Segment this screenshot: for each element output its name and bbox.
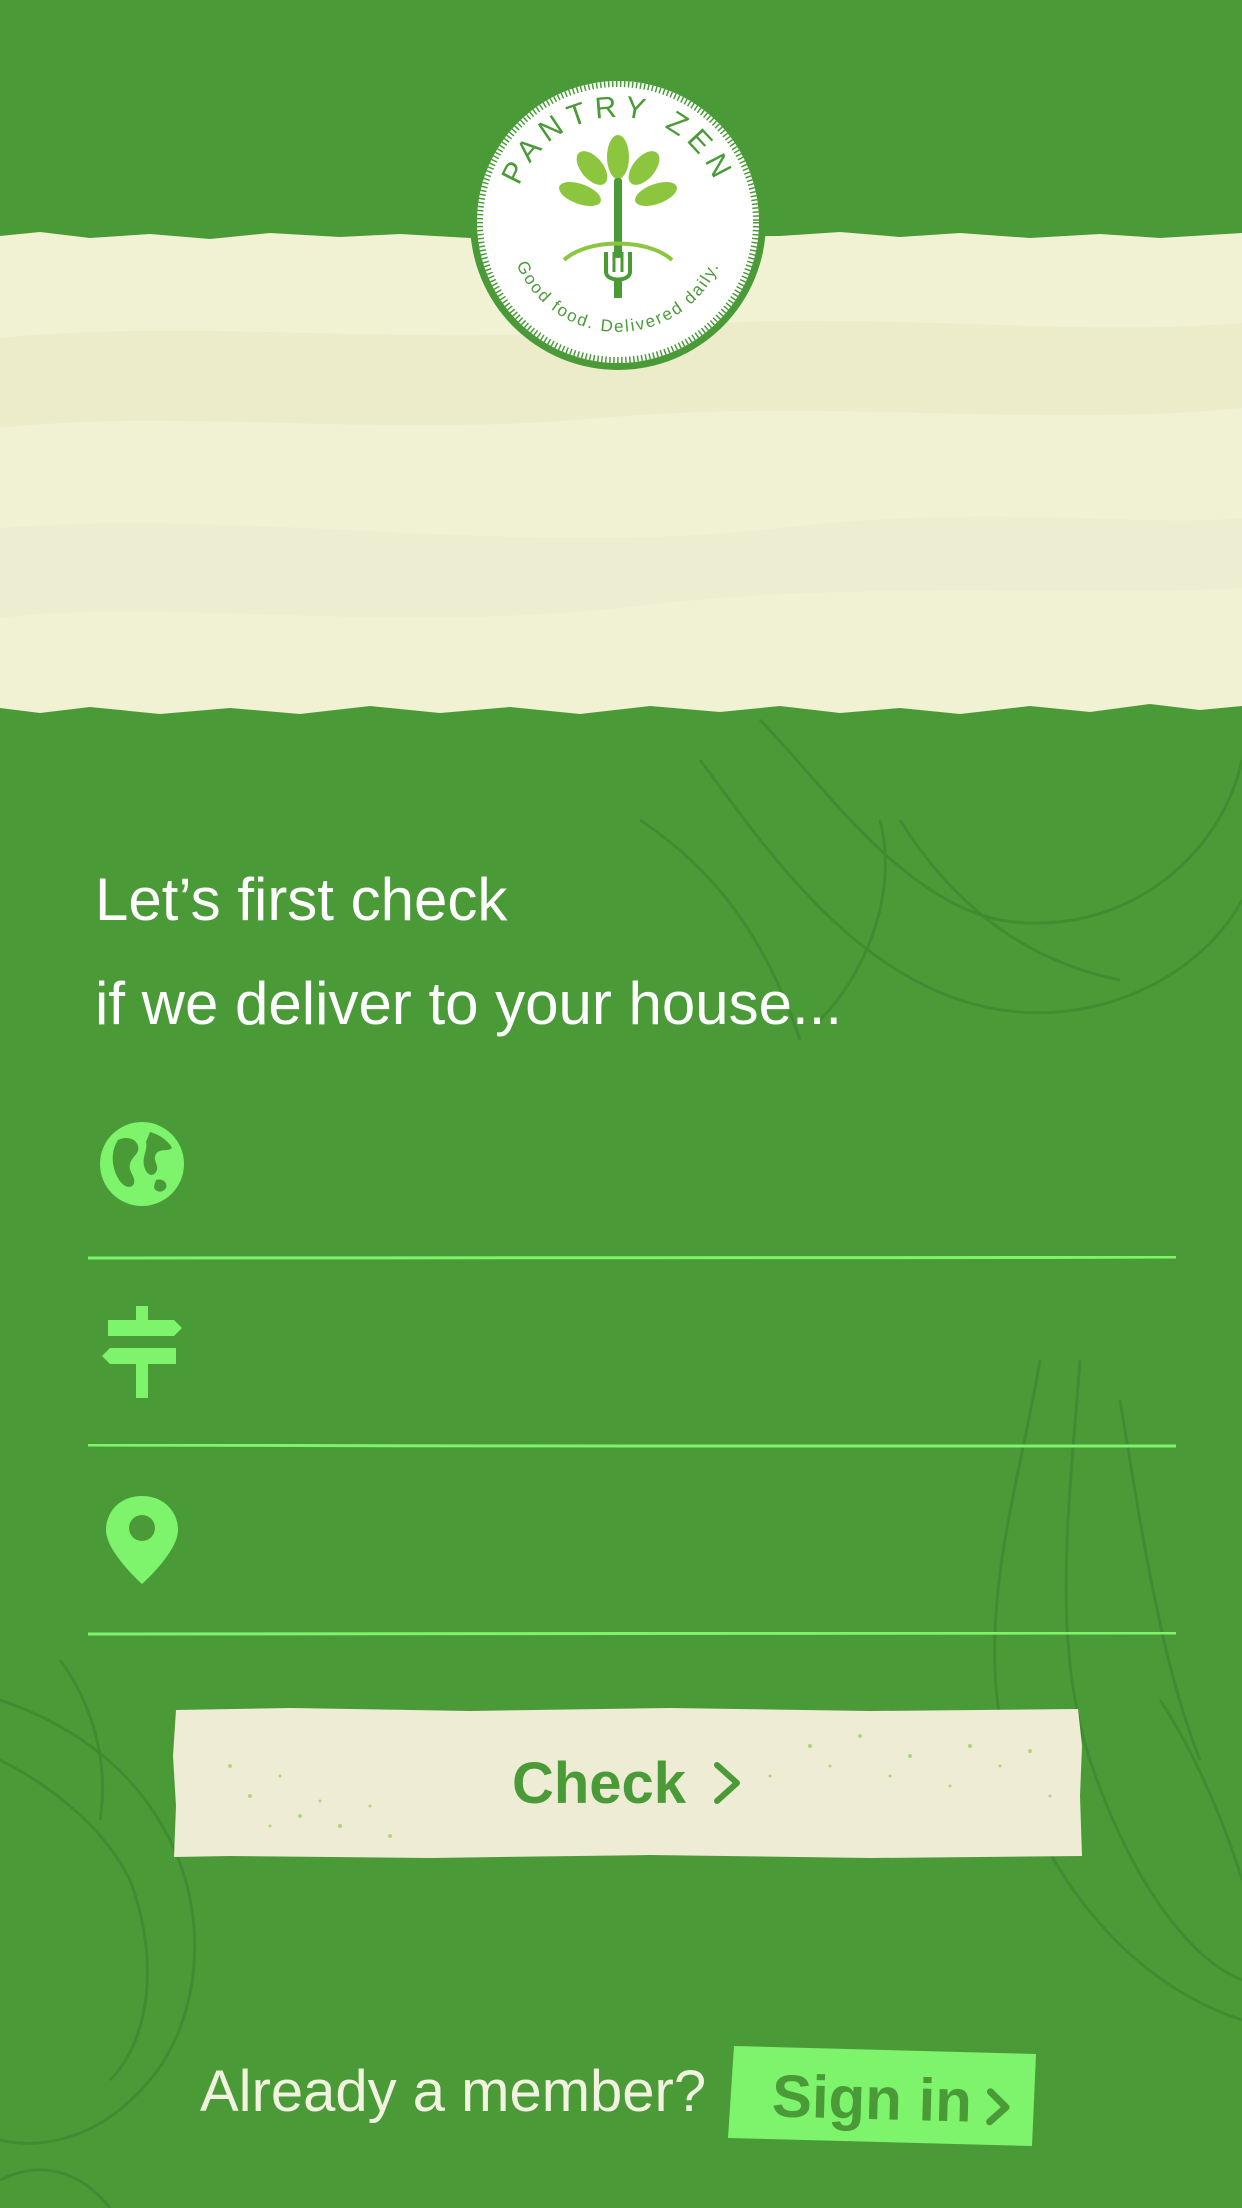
check-button-label: Check bbox=[511, 1750, 687, 1816]
sign-in-label: Sign in bbox=[771, 2062, 973, 2135]
pantry-zen-logo: PANTRY ZEN Good food. Delivered daily. bbox=[468, 72, 768, 372]
sign-in-button[interactable]: Sign in bbox=[728, 2046, 1036, 2146]
footer: Already a member? bbox=[0, 2040, 1242, 2170]
address-field-underline bbox=[88, 1632, 1176, 1636]
location-pin-icon bbox=[106, 1496, 178, 1584]
street-field[interactable] bbox=[88, 1306, 1176, 1448]
already-member-text: Already a member? bbox=[200, 2059, 707, 2124]
intro-heading: Let’s first check if we deliver to your … bbox=[95, 848, 1175, 1056]
country-field-underline bbox=[88, 1256, 1176, 1260]
signpost-icon bbox=[102, 1306, 182, 1398]
intro-line-1: Let’s first check bbox=[95, 866, 508, 933]
street-input[interactable] bbox=[218, 1320, 1162, 1392]
country-field[interactable] bbox=[88, 1118, 1176, 1260]
address-field[interactable] bbox=[88, 1494, 1176, 1636]
chevron-right-icon bbox=[714, 1762, 741, 1804]
address-input[interactable] bbox=[218, 1508, 1162, 1580]
street-field-underline bbox=[88, 1444, 1176, 1448]
check-button[interactable]: Check bbox=[170, 1706, 1084, 1860]
globe-icon bbox=[100, 1122, 184, 1206]
country-input[interactable] bbox=[218, 1132, 1162, 1204]
intro-line-2: if we deliver to your house... bbox=[95, 970, 843, 1037]
chevron-right-icon bbox=[986, 2088, 1010, 2126]
delivery-check-screen: PANTRY ZEN Good food. Delivered daily. L… bbox=[0, 0, 1242, 2208]
